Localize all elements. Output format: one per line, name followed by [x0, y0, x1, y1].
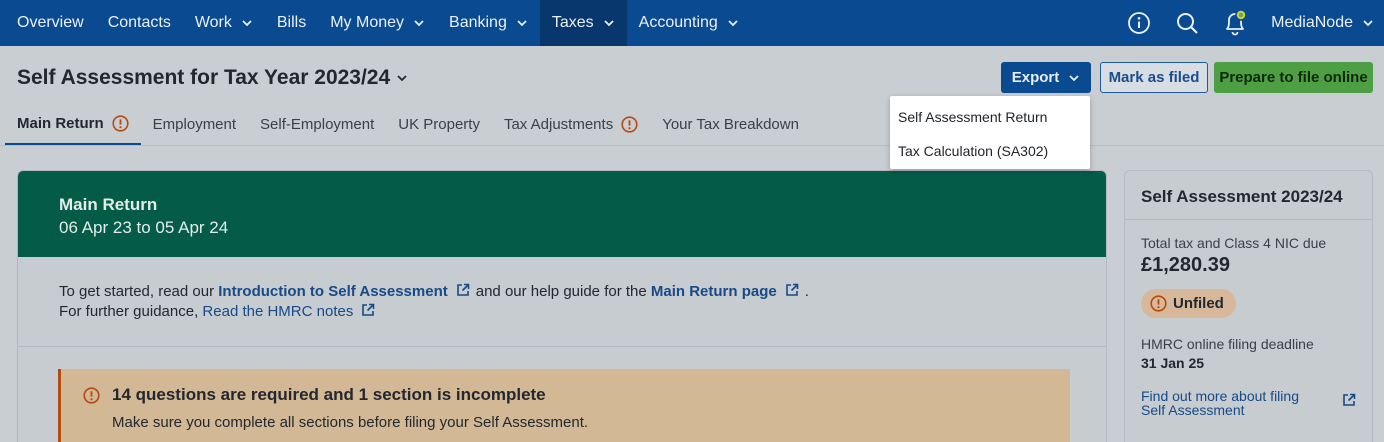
- chevron-down-icon: [396, 72, 408, 84]
- page-title[interactable]: Self Assessment for Tax Year 2023/24: [17, 66, 408, 90]
- warning-icon: [1150, 295, 1167, 312]
- prepare-to-file-button[interactable]: Prepare to file online: [1214, 62, 1373, 93]
- org-switcher[interactable]: MediaNode: [1259, 14, 1384, 32]
- deadline-label: HMRC online filing deadline: [1141, 336, 1314, 352]
- warning-icon: [83, 386, 100, 404]
- export-menu-item-sa302[interactable]: Tax Calculation (SA302): [890, 134, 1090, 168]
- main-return-card: Main Return 06 Apr 23 to 05 Apr 24 To ge…: [17, 170, 1107, 442]
- org-name: MediaNode: [1271, 14, 1353, 31]
- chevron-down-icon: [241, 17, 253, 29]
- page-title-text: Self Assessment for Tax Year 2023/24: [17, 66, 391, 89]
- nav-item-work[interactable]: Work: [183, 0, 265, 46]
- alert-title-text: 14 questions are required and 1 section …: [112, 385, 546, 404]
- hmrc-notes-link[interactable]: Read the HMRC notes: [202, 303, 353, 320]
- intro-middle: and our help guide for the: [475, 283, 647, 300]
- external-link-icon: [1342, 393, 1356, 407]
- nav-item-label: Work: [194, 14, 232, 31]
- banner-dates: 06 Apr 23 to 05 Apr 24: [59, 218, 229, 237]
- tab-your-tax-breakdown[interactable]: Your Tax Breakdown: [650, 104, 811, 144]
- external-link-icon: [361, 303, 375, 317]
- chevron-down-icon: [1362, 17, 1374, 29]
- nav-item-label: Overview: [17, 14, 84, 31]
- status-badge: Unfiled: [1141, 289, 1236, 318]
- tabs-divider: [0, 145, 1384, 146]
- top-nav: Overview Contacts Work Bills My Money Ba…: [0, 0, 1384, 46]
- chevron-down-icon: [727, 17, 739, 29]
- tab-employment[interactable]: Employment: [141, 104, 248, 144]
- alert-title: 14 questions are required and 1 section …: [83, 385, 1044, 405]
- filing-info-link[interactable]: Find out more about filing Self Assessme…: [1141, 389, 1356, 417]
- nav-item-accounting[interactable]: Accounting: [627, 0, 751, 46]
- intro-line-1: To get started, read our Introduction to…: [59, 282, 1065, 302]
- tax-due-label: Total tax and Class 4 NIC due: [1141, 235, 1327, 251]
- deadline-date: 31 Jan 25: [1141, 355, 1205, 371]
- tab-label: Employment: [152, 115, 237, 133]
- intro-line-2: For further guidance, Read the HMRC note…: [59, 302, 1065, 322]
- export-menu-item-sa-return[interactable]: Self Assessment Return: [890, 100, 1090, 134]
- alert-body: Make sure you complete all sections befo…: [112, 414, 589, 431]
- intro-text: To get started, read our Introduction to…: [18, 257, 1106, 347]
- bell-icon[interactable]: [1211, 0, 1259, 46]
- intro-line2-prefix: For further guidance,: [59, 303, 199, 320]
- tab-uk-property[interactable]: UK Property: [386, 104, 492, 144]
- mark-as-filed-button[interactable]: Mark as filed: [1100, 62, 1208, 93]
- tab-label: Self-Employment: [260, 115, 375, 133]
- external-link-icon: [785, 283, 799, 297]
- nav-item-bills[interactable]: Bills: [265, 0, 318, 46]
- intro-self-assessment-link[interactable]: Introduction to Self Assessment: [218, 283, 447, 300]
- tab-self-employment[interactable]: Self-Employment: [248, 104, 386, 144]
- tab-label: Main Return: [17, 115, 104, 132]
- export-button-label: Export: [1011, 69, 1060, 86]
- intro-prefix: To get started, read our: [59, 283, 215, 300]
- banner-title: Main Return: [59, 195, 158, 214]
- nav-item-taxes[interactable]: Taxes: [539, 0, 627, 46]
- main-return-page-link[interactable]: Main Return page: [651, 283, 777, 300]
- nav-item-label: Banking: [449, 14, 507, 31]
- main-return-banner: Main Return 06 Apr 23 to 05 Apr 24: [18, 171, 1106, 257]
- export-dropdown-menu: Self Assessment Return Tax Calculation (…: [890, 96, 1090, 169]
- nav-right: MediaNode: [1115, 0, 1384, 46]
- chevron-down-icon: [516, 17, 528, 29]
- tab-main-return[interactable]: Main Return: [5, 104, 141, 146]
- status-badge-text: Unfiled: [1173, 295, 1224, 312]
- nav-item-banking[interactable]: Banking: [437, 0, 540, 46]
- tab-tax-adjustments[interactable]: Tax Adjustments: [492, 104, 650, 144]
- tab-label: UK Property: [398, 115, 480, 133]
- nav-item-overview[interactable]: Overview: [0, 0, 96, 46]
- chevron-down-icon: [603, 17, 615, 29]
- nav-item-label: Taxes: [551, 14, 594, 31]
- summary-panel: Self Assessment 2023/24 Total tax and Cl…: [1124, 170, 1373, 442]
- tab-label: Your Tax Breakdown: [662, 115, 799, 133]
- search-icon[interactable]: [1163, 0, 1211, 46]
- nav-item-my-money[interactable]: My Money: [318, 0, 437, 46]
- nav-item-contacts[interactable]: Contacts: [96, 0, 183, 46]
- external-link-icon: [456, 283, 470, 297]
- nav-item-label: My Money: [330, 14, 405, 31]
- mark-as-filed-label: Mark as filed: [1108, 69, 1200, 86]
- tax-due-amount: £1,280.39: [1141, 254, 1230, 276]
- info-icon[interactable]: [1115, 0, 1163, 46]
- nav-item-label: Bills: [276, 14, 307, 31]
- intro-suffix: .: [804, 283, 809, 300]
- incomplete-alert: 14 questions are required and 1 section …: [58, 369, 1070, 442]
- chevron-down-icon: [413, 17, 425, 29]
- warning-icon: [621, 115, 638, 133]
- prepare-to-file-label: Prepare to file online: [1219, 69, 1368, 86]
- filing-info-link-text: Find out more about filing Self Assessme…: [1141, 388, 1299, 418]
- nav-item-label: Accounting: [638, 14, 718, 31]
- return-tabs: Main Return Employment Self-Employment U…: [5, 104, 811, 146]
- export-button[interactable]: Export: [1001, 62, 1091, 93]
- chevron-down-icon: [1068, 72, 1080, 84]
- warning-icon: [112, 115, 129, 132]
- summary-title: Self Assessment 2023/24: [1125, 171, 1372, 220]
- nav-item-label: Contacts: [107, 14, 171, 31]
- summary-body: Total tax and Class 4 NIC due £1,280.39 …: [1125, 220, 1372, 432]
- tab-label: Tax Adjustments: [503, 115, 614, 133]
